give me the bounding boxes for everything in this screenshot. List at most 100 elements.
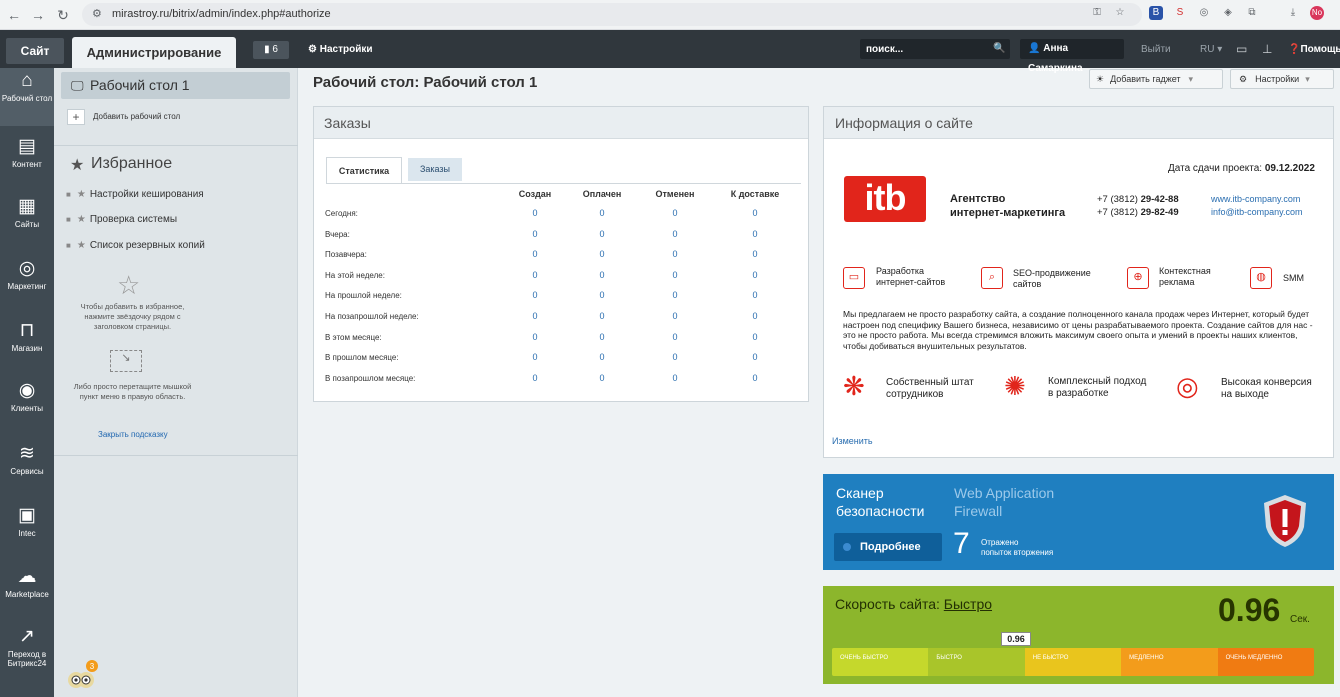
service-item: SEO-продвижение сайтов bbox=[1013, 268, 1091, 290]
logout-link[interactable]: Выйти bbox=[1141, 44, 1171, 55]
tab-orders[interactable]: Заказы bbox=[408, 158, 462, 181]
table-cell[interactable]: 0 bbox=[715, 229, 795, 239]
table-cell[interactable]: 0 bbox=[715, 311, 795, 321]
nav-item-sites[interactable]: ▦ Сайты bbox=[0, 196, 54, 229]
home-icon: ⌂ bbox=[21, 70, 33, 91]
help-label: Помощь bbox=[1300, 44, 1340, 55]
email-link[interactable]: info@itb-company.com bbox=[1211, 206, 1303, 219]
title-line: безопасности bbox=[836, 503, 925, 519]
table-cell[interactable]: 0 bbox=[635, 270, 715, 280]
shield-ext-icon[interactable]: ◈ bbox=[1221, 6, 1235, 20]
bookmark-star-icon[interactable]: ☆ bbox=[1113, 6, 1127, 20]
tab-statistics[interactable]: Статистика bbox=[326, 157, 402, 183]
table-cell[interactable]: 0 bbox=[635, 229, 715, 239]
add-desktop-link[interactable]: Добавить рабочий стол bbox=[93, 112, 180, 121]
url-text[interactable]: mirastroy.ru/bitrix/admin/index.php#auth… bbox=[112, 8, 331, 20]
settings-link[interactable]: ⚙ Настройки bbox=[308, 44, 373, 55]
desktop-label[interactable]: Рабочий стол 1 bbox=[90, 77, 190, 93]
close-hint-link[interactable]: Закрыть подсказку bbox=[98, 430, 168, 439]
layers-icon: ≋ bbox=[19, 443, 35, 464]
table-cell[interactable]: 0 bbox=[715, 352, 795, 362]
back-icon[interactable]: ← bbox=[6, 7, 22, 23]
table-cell[interactable]: 0 bbox=[715, 290, 795, 300]
nav-item-content[interactable]: ▤ Контент bbox=[0, 136, 54, 169]
title-line: Web Application bbox=[954, 485, 1055, 501]
speed-rating-link[interactable]: Быстро bbox=[944, 596, 992, 612]
add-desktop-button[interactable]: + bbox=[67, 109, 85, 125]
favorite-item[interactable]: ■ ★ Проверка системы bbox=[66, 214, 177, 225]
user-button[interactable]: 👤 Анна Самаркина bbox=[1020, 39, 1124, 74]
mascot-icon[interactable]: 3 bbox=[64, 660, 100, 692]
phones: +7 (3812) 29-42-88 +7 (3812) 29-82-49 bbox=[1097, 193, 1179, 219]
extension-icon[interactable]: B bbox=[1149, 6, 1163, 20]
nav-item-desktop[interactable]: ⌂ Рабочий стол bbox=[0, 70, 54, 103]
search-placeholder: поиск... bbox=[866, 44, 904, 55]
table-cell[interactable]: 0 bbox=[635, 352, 715, 362]
tab-site[interactable]: Сайт bbox=[6, 38, 64, 64]
table-cell[interactable]: 0 bbox=[635, 332, 715, 342]
table-cell[interactable]: 0 bbox=[562, 249, 642, 259]
table-cell[interactable]: 0 bbox=[562, 311, 642, 321]
table-cell[interactable]: 0 bbox=[562, 229, 642, 239]
nav-item-bitrix24[interactable]: ↗ Переход в Битрикс24 bbox=[0, 626, 54, 668]
add-gadget-label: Добавить гаджет bbox=[1110, 74, 1181, 84]
table-cell[interactable]: 0 bbox=[562, 208, 642, 218]
add-gadget-button[interactable]: ☀ Добавить гаджет ▾ bbox=[1089, 69, 1223, 89]
key-icon[interactable]: ⚿ bbox=[1090, 6, 1104, 20]
table-cell[interactable]: 0 bbox=[715, 208, 795, 218]
table-cell[interactable]: 0 bbox=[635, 373, 715, 383]
reload-icon[interactable]: ↻ bbox=[55, 7, 71, 24]
nav-item-services[interactable]: ≋ Сервисы bbox=[0, 443, 54, 476]
table-cell[interactable]: 0 bbox=[635, 208, 715, 218]
table-cell[interactable]: 0 bbox=[715, 270, 795, 280]
language-select[interactable]: RU ▾ bbox=[1200, 44, 1222, 55]
edit-link[interactable]: Изменить bbox=[832, 436, 873, 446]
favorite-item[interactable]: ■ ★ Список резервных копий bbox=[66, 240, 205, 251]
table-cell[interactable]: 0 bbox=[715, 332, 795, 342]
search-icon[interactable]: 🔍 bbox=[993, 43, 1005, 54]
settings-button[interactable]: ⚙ Настройки ▾ bbox=[1230, 69, 1334, 89]
nav-item-marketplace[interactable]: ☁ Marketplace bbox=[0, 566, 54, 599]
table-cell[interactable]: 0 bbox=[635, 311, 715, 321]
nav-label: Сайты bbox=[14, 220, 40, 229]
table-cell[interactable]: 0 bbox=[562, 352, 642, 362]
star-icon: ★ bbox=[76, 214, 86, 225]
nav-item-shop[interactable]: ⊓ Магазин bbox=[0, 320, 54, 353]
window-icon[interactable]: ▭ bbox=[1236, 42, 1247, 56]
table-cell[interactable]: 0 bbox=[715, 249, 795, 259]
download-icon[interactable]: ⤓ bbox=[1286, 6, 1300, 20]
target-icon: ◎ bbox=[1176, 371, 1199, 401]
pin-icon[interactable]: ⊥ bbox=[1262, 42, 1272, 56]
bullet-icon: ■ bbox=[66, 241, 71, 250]
site-info-icon[interactable]: ⚙ bbox=[92, 7, 102, 20]
table-cell[interactable]: 0 bbox=[562, 270, 642, 280]
orders-header[interactable] bbox=[314, 107, 808, 139]
row-label: В прошлом месяце: bbox=[325, 353, 399, 363]
scale-segment: БЫСТРО bbox=[928, 648, 1025, 676]
feature-line: в разработке bbox=[1048, 388, 1109, 399]
extension-s-icon[interactable]: S bbox=[1173, 6, 1187, 20]
notifications-button[interactable]: ▮ 6 bbox=[253, 41, 289, 59]
deadline-date: 09.12.2022 bbox=[1264, 163, 1315, 174]
favorite-item[interactable]: ■ ★ Настройки кеширования bbox=[66, 189, 204, 200]
tab-administration[interactable]: Администрирование bbox=[72, 37, 236, 68]
scale-segment: ОЧЕНЬ БЫСТРО bbox=[832, 648, 929, 676]
table-cell[interactable]: 0 bbox=[562, 373, 642, 383]
table-cell[interactable]: 0 bbox=[562, 332, 642, 342]
profile-avatar[interactable]: No bbox=[1310, 6, 1324, 20]
table-cell[interactable]: 0 bbox=[562, 290, 642, 300]
service-line: Разработка bbox=[876, 266, 924, 276]
help-link[interactable]: ❓Помощь bbox=[1288, 44, 1340, 55]
table-cell[interactable]: 0 bbox=[715, 373, 795, 383]
forward-icon[interactable]: → bbox=[30, 7, 46, 23]
table-cell[interactable]: 0 bbox=[635, 249, 715, 259]
table-cell[interactable]: 0 bbox=[635, 290, 715, 300]
website-link[interactable]: www.itb-company.com bbox=[1211, 193, 1303, 206]
nav-item-marketing[interactable]: ◎ Маркетинг bbox=[0, 258, 54, 291]
puzzle-icon[interactable]: ⧉ bbox=[1245, 6, 1259, 20]
nav-label: Клиенты bbox=[10, 404, 44, 413]
feature-line: на выходе bbox=[1221, 389, 1269, 400]
camera-icon[interactable]: ◎ bbox=[1197, 6, 1211, 20]
nav-item-intec[interactable]: ▣ Intec bbox=[0, 505, 54, 538]
nav-item-clients[interactable]: ◉ Клиенты bbox=[0, 380, 54, 413]
